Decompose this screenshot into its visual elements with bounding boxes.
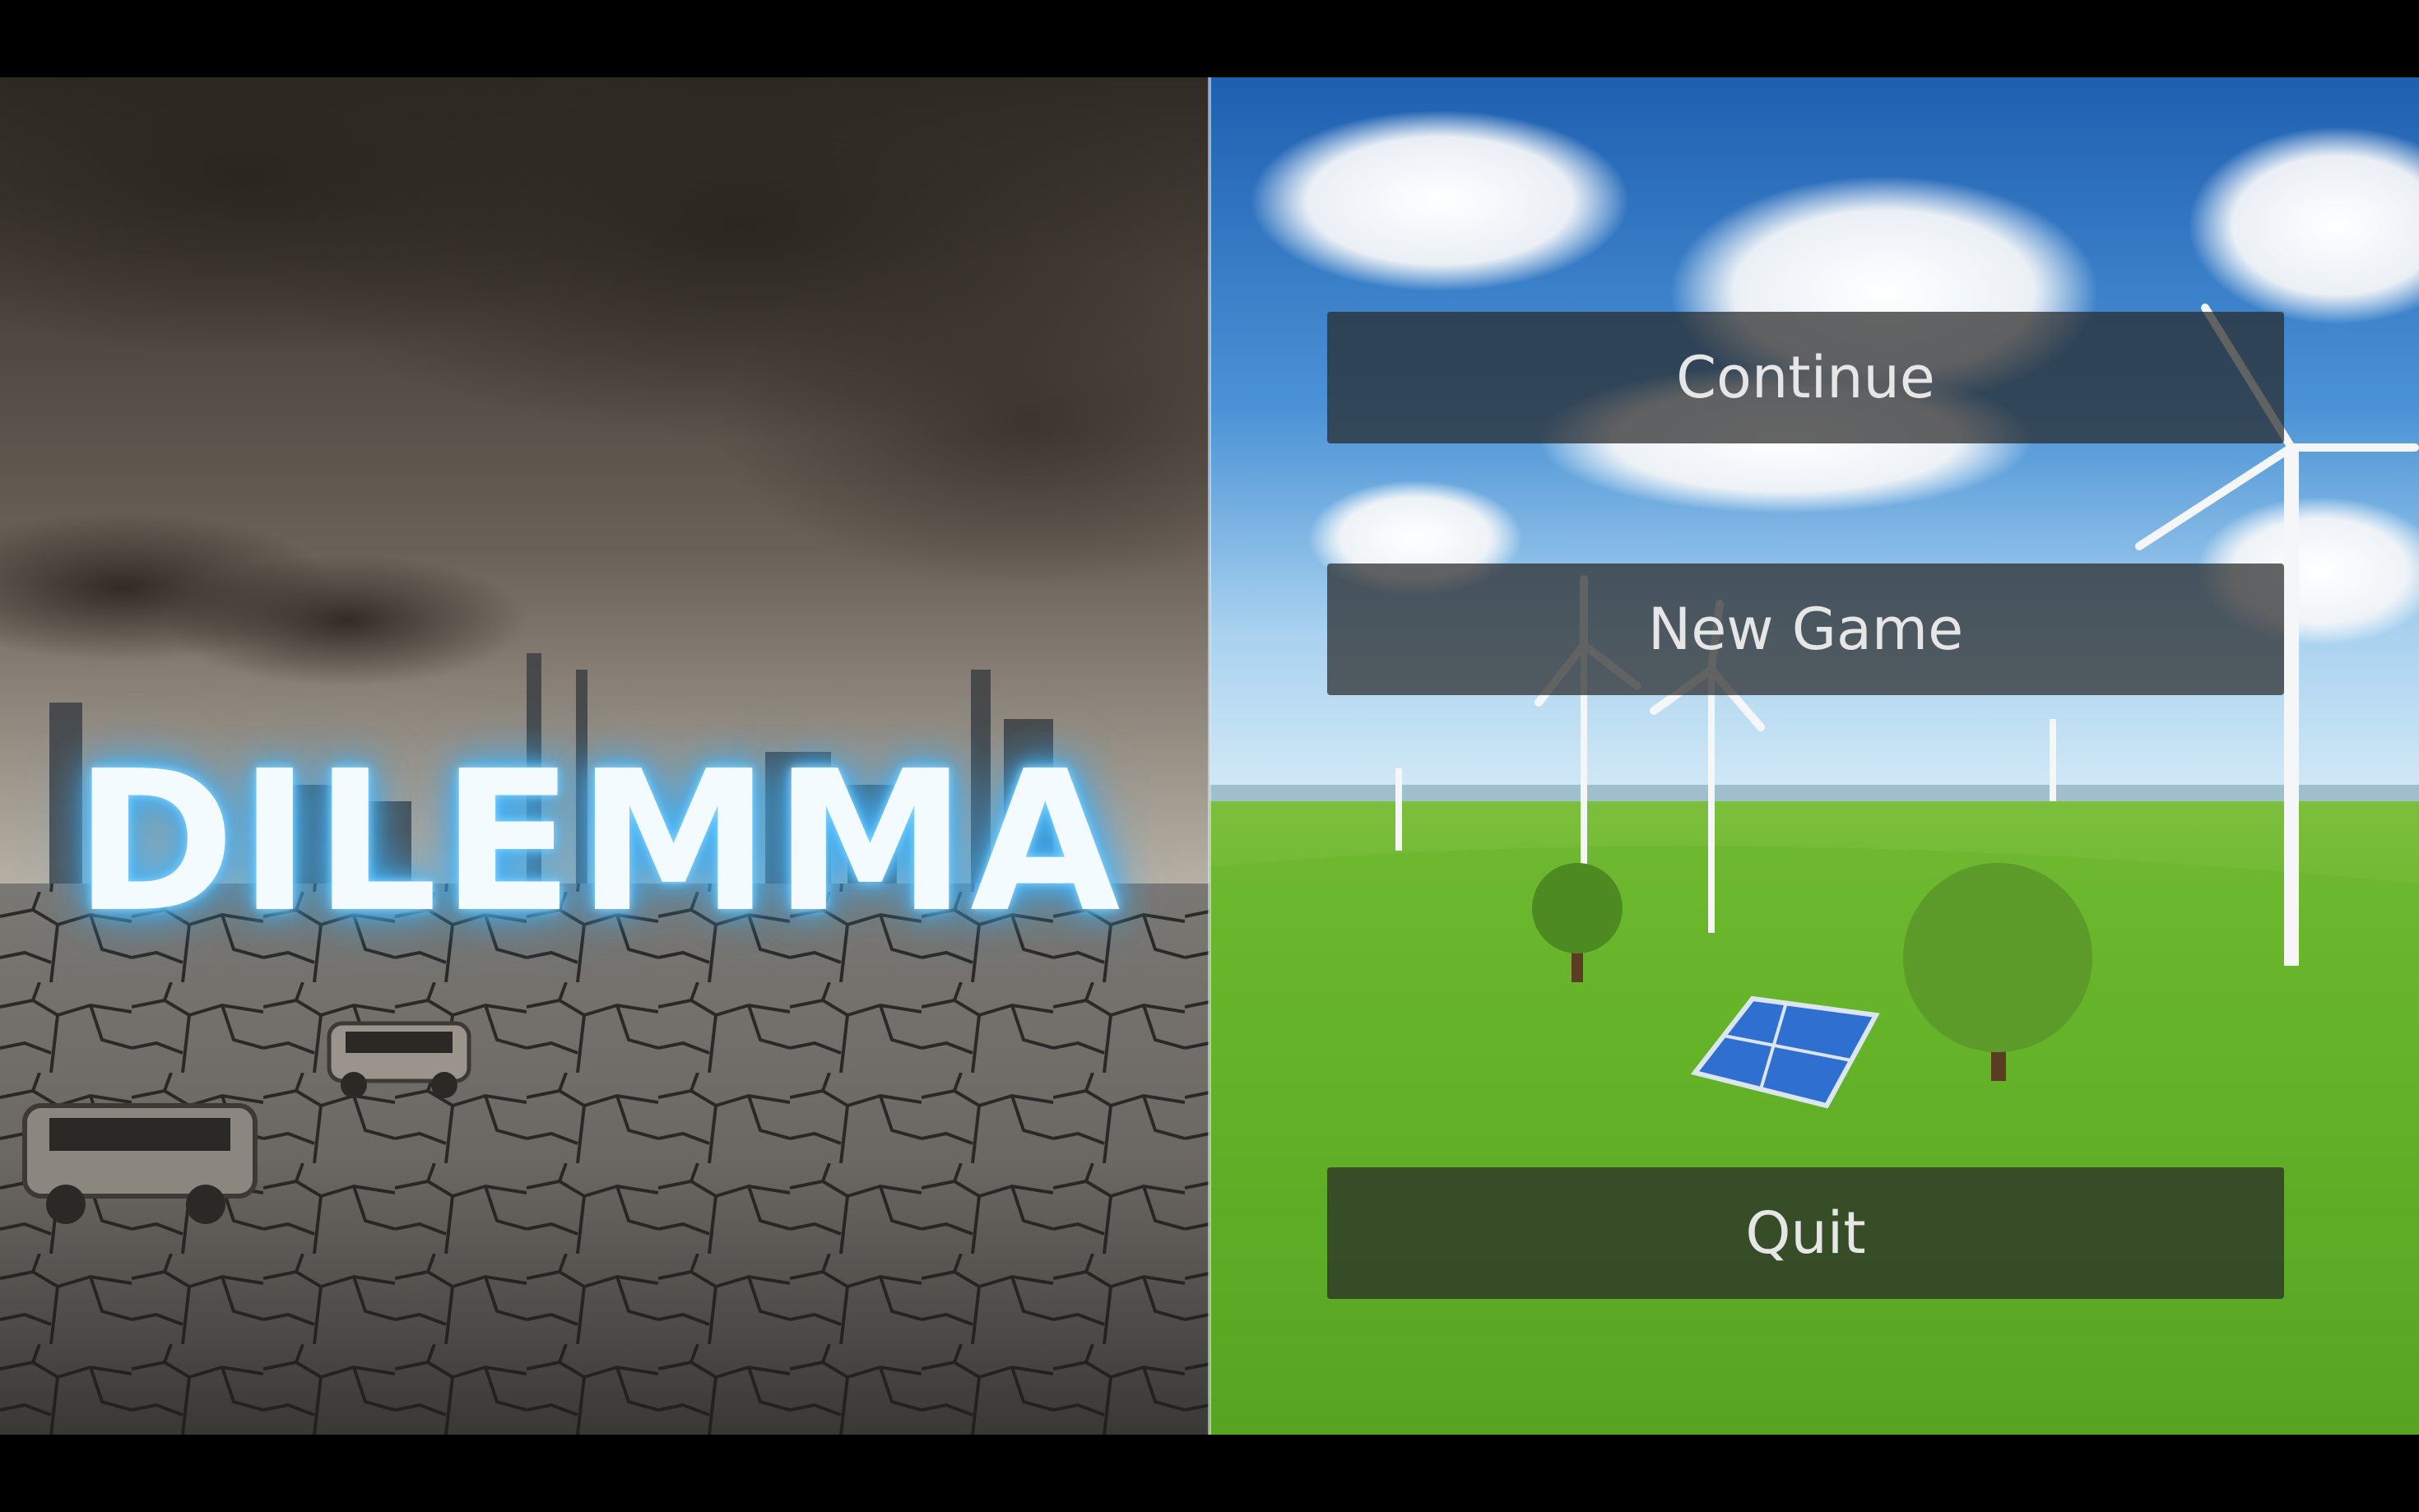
- letterbox-bottom: [0, 1435, 2419, 1512]
- letterbox-top: [0, 0, 2419, 77]
- continue-button[interactable]: Continue: [1327, 312, 2284, 443]
- new-game-button[interactable]: New Game: [1327, 564, 2284, 695]
- game-title: DILEMMA: [74, 729, 1124, 955]
- quit-button[interactable]: Quit: [1327, 1167, 2284, 1299]
